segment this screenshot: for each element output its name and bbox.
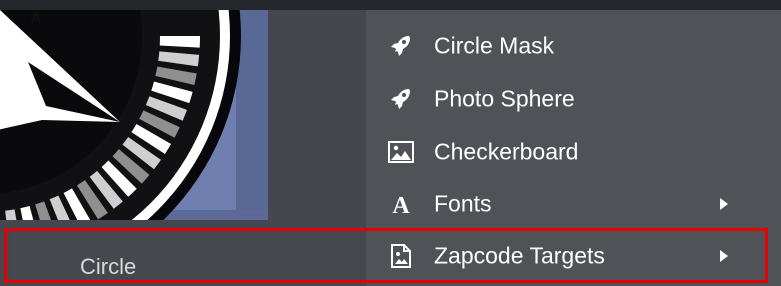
menu-item-label: Photo Sphere xyxy=(434,85,575,112)
logo-ring-segment xyxy=(89,170,123,209)
menu-item-label: Zapcode Targets xyxy=(434,242,605,269)
logo-ring-segment xyxy=(101,160,137,197)
menu-item-zapcode-targets[interactable]: Zapcode Targets xyxy=(366,230,764,282)
logo-ring-segment xyxy=(145,96,187,121)
svg-text:A: A xyxy=(392,193,410,216)
logo-ring-segment xyxy=(63,188,91,220)
submenu-arrow-icon xyxy=(720,198,728,210)
font-a-icon: A xyxy=(388,191,414,217)
logo-ring-segment xyxy=(49,195,70,220)
text-cursor-glyph: A xyxy=(30,10,42,27)
submenu-arrow-icon xyxy=(720,250,728,262)
menu-item-fonts[interactable]: A Fonts xyxy=(366,178,764,230)
asset-row-label: Circle xyxy=(80,254,137,279)
menu-item-label: Circle Mask xyxy=(434,32,555,59)
logo-ring-segment xyxy=(131,123,172,154)
logo-ring-segment xyxy=(122,136,161,170)
logo-ring-segment xyxy=(139,110,180,138)
logo-ring-segment xyxy=(151,81,193,104)
menu-item-label: Checkerboard xyxy=(434,138,579,165)
logo-ring-segment xyxy=(155,66,197,85)
logo-ring-segment xyxy=(158,51,200,67)
logo-ring-segment xyxy=(76,180,108,220)
logo-preview-image: ation ation A xyxy=(0,10,268,220)
canvas-area: ation ation A Circle xyxy=(0,10,366,286)
menu-item-checkerboard[interactable]: Checkerboard xyxy=(366,126,764,178)
logo-ring-segment xyxy=(112,149,150,184)
image-icon xyxy=(388,139,414,165)
asset-row-circle[interactable]: Circle xyxy=(10,229,366,286)
menu-item-photo-sphere[interactable]: Photo Sphere xyxy=(366,73,764,125)
image-file-icon xyxy=(388,243,414,269)
top-toolbar xyxy=(0,0,781,10)
menu-item-label: Fonts xyxy=(434,190,492,217)
add-content-menu: Circle Mask Photo Sphere Checkerboard A … xyxy=(366,10,781,286)
rocket-icon xyxy=(388,33,414,59)
rocket-icon xyxy=(388,86,414,112)
menu-item-circle-mask[interactable]: Circle Mask xyxy=(366,20,764,72)
